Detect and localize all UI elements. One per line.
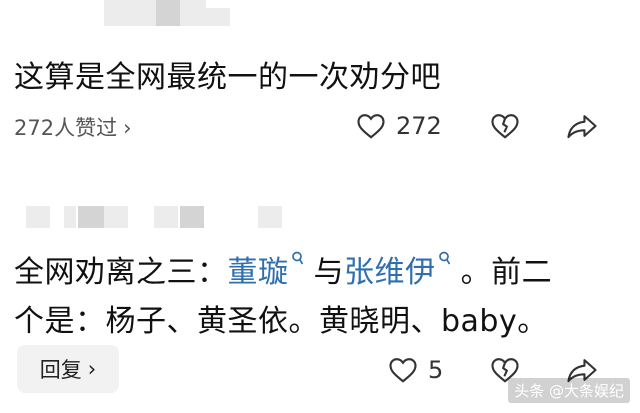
- share-button[interactable]: [566, 108, 598, 144]
- like-button[interactable]: 272: [356, 108, 442, 144]
- comment-text-suffix: 。前二: [450, 255, 553, 290]
- broken-heart-icon: [491, 114, 519, 139]
- dislike-button[interactable]: [490, 108, 520, 144]
- blurred-username: [180, 0, 206, 26]
- like-count: 272: [396, 112, 442, 140]
- blurred-username: [64, 206, 76, 228]
- blurred-username: [26, 206, 50, 228]
- search-icon: [438, 251, 450, 265]
- heart-outline-icon: [389, 358, 417, 383]
- likes-link[interactable]: 272人赞过 ›: [14, 112, 132, 142]
- blurred-username: [180, 206, 204, 228]
- search-icon: [291, 251, 303, 265]
- blurred-username: [154, 206, 178, 228]
- heart-outline-icon: [357, 114, 385, 139]
- mention-name: 张维伊: [344, 255, 436, 290]
- watermark: 头条 @大条娱纪: [508, 378, 630, 403]
- comment-text: 这算是全网最统一的一次劝分吧: [14, 60, 441, 95]
- mention-name: 董璇: [227, 255, 289, 290]
- like-count: 5: [428, 356, 444, 384]
- comment-text-prefix: 全网劝离之三：: [14, 255, 228, 290]
- blurred-username: [156, 0, 180, 26]
- comment-actions: 272人赞过 › 272: [0, 106, 640, 146]
- share-arrow-icon: [567, 115, 597, 139]
- blurred-username: [104, 206, 128, 228]
- blurred-username: [104, 0, 156, 26]
- like-button[interactable]: 5: [388, 352, 443, 388]
- mention-link[interactable]: 董璇: [227, 251, 304, 290]
- mention-link[interactable]: 张维伊: [344, 251, 451, 290]
- comment-text-mid: 与: [303, 255, 345, 290]
- blurred-username: [78, 206, 104, 228]
- likes-link-label: 272人赞过: [14, 116, 118, 140]
- chevron-right-icon: ›: [123, 116, 132, 140]
- blurred-username: [258, 206, 282, 228]
- comment-text: 全网劝离之三：董璇 与张维伊 。前二: [14, 247, 552, 291]
- comment-text: 个是：杨子、黄圣依。黄晓明、baby。: [14, 304, 548, 339]
- blurred-username: [206, 8, 230, 26]
